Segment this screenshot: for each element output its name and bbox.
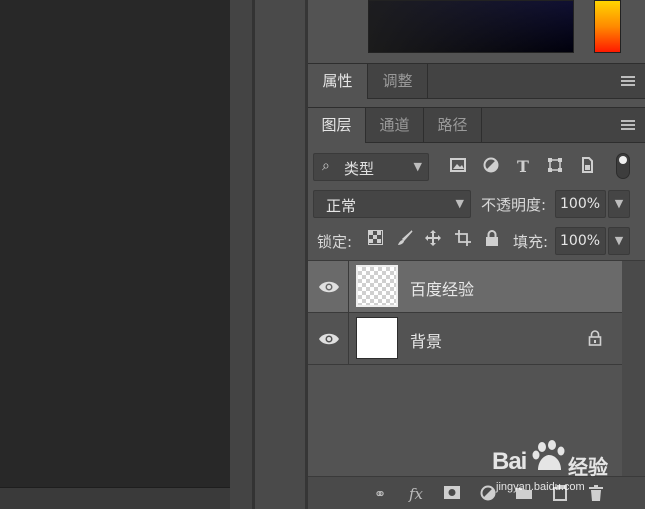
tab-layers[interactable]: 图层 [308, 108, 366, 143]
chevron-down-icon: ▼ [413, 160, 422, 173]
fill-input[interactable]: 100% [555, 227, 606, 255]
shape-filter-icon[interactable] [545, 157, 565, 177]
properties-tabbar: 属性 调整 [308, 63, 645, 99]
column-divider [348, 313, 349, 364]
smart-object-filter-icon[interactable] [577, 157, 597, 177]
adjustment-filter-icon[interactable] [481, 157, 501, 177]
blend-mode-dropdown[interactable]: 正常 ▼ [313, 190, 471, 218]
opacity-input[interactable]: 100% [555, 190, 606, 218]
baidu-jingyan-watermark: Bai 经验 jingyan.baidu.com [492, 438, 642, 498]
tab-paths[interactable]: 路径 [424, 108, 482, 143]
chevron-down-icon: ▼ [614, 197, 624, 210]
fill-label: 填充: [513, 233, 549, 251]
watermark-url: jingyan.baidu.com [496, 481, 585, 493]
layer-name[interactable]: 背景 [410, 328, 442, 352]
tab-channels[interactable]: 通道 [366, 108, 424, 143]
panel-menu-icon[interactable] [621, 120, 635, 130]
tab-adjustments[interactable]: 调整 [368, 64, 428, 99]
opacity-dropdown-button[interactable]: ▼ [608, 190, 630, 218]
lock-label: 锁定: [317, 233, 353, 251]
layer-filter-dropdown[interactable]: ⌕ 类型 ▼ [313, 153, 429, 181]
watermark-brand: Bai [492, 448, 527, 475]
lock-all-icon[interactable] [482, 230, 502, 250]
lock-image-pixels-icon[interactable] [395, 230, 415, 250]
opacity-label: 不透明度: [481, 196, 547, 214]
panel-menu-icon[interactable] [621, 76, 635, 86]
link-layers-icon[interactable]: ⚭ [370, 485, 390, 503]
layer-row[interactable]: 百度经验 [308, 261, 622, 313]
filter-kind-label: 类型 [344, 160, 375, 178]
lock-transparent-pixels-icon[interactable] [365, 230, 385, 250]
tab-properties[interactable]: 属性 [308, 64, 368, 99]
add-mask-icon[interactable] [442, 485, 462, 503]
hue-slider[interactable] [594, 0, 621, 53]
collapsed-panel-dock [255, 0, 305, 509]
visibility-eye-icon[interactable] [318, 329, 340, 349]
search-icon: ⌕ [322, 158, 330, 174]
chevron-down-icon: ▼ [455, 197, 464, 210]
blend-mode-value: 正常 [326, 197, 357, 215]
visibility-eye-icon[interactable] [318, 277, 340, 297]
layer-name[interactable]: 百度经验 [410, 276, 474, 300]
lock-position-icon[interactable] [423, 230, 443, 250]
canvas-status-bar [0, 487, 230, 509]
canvas-area[interactable] [0, 0, 230, 487]
layer-thumbnail[interactable] [356, 317, 398, 359]
layer-row[interactable]: 背景 [308, 313, 622, 365]
lock-artboard-icon[interactable] [453, 230, 473, 250]
color-field[interactable] [368, 0, 574, 53]
fx-icon[interactable]: fx [406, 485, 426, 503]
layers-tabbar: 图层 通道 路径 [308, 107, 645, 143]
chevron-down-icon: ▼ [614, 234, 624, 247]
panel-separator [230, 0, 252, 509]
filter-toggle-icon[interactable] [616, 153, 630, 179]
lock-icon [588, 330, 602, 346]
paw-logo-icon [532, 440, 565, 470]
watermark-suffix: 经验 [568, 455, 608, 479]
column-divider [348, 261, 349, 312]
type-filter-icon[interactable]: T [513, 157, 533, 177]
fill-dropdown-button[interactable]: ▼ [608, 227, 630, 255]
layer-thumbnail[interactable] [356, 265, 398, 307]
image-filter-icon[interactable] [448, 157, 468, 177]
